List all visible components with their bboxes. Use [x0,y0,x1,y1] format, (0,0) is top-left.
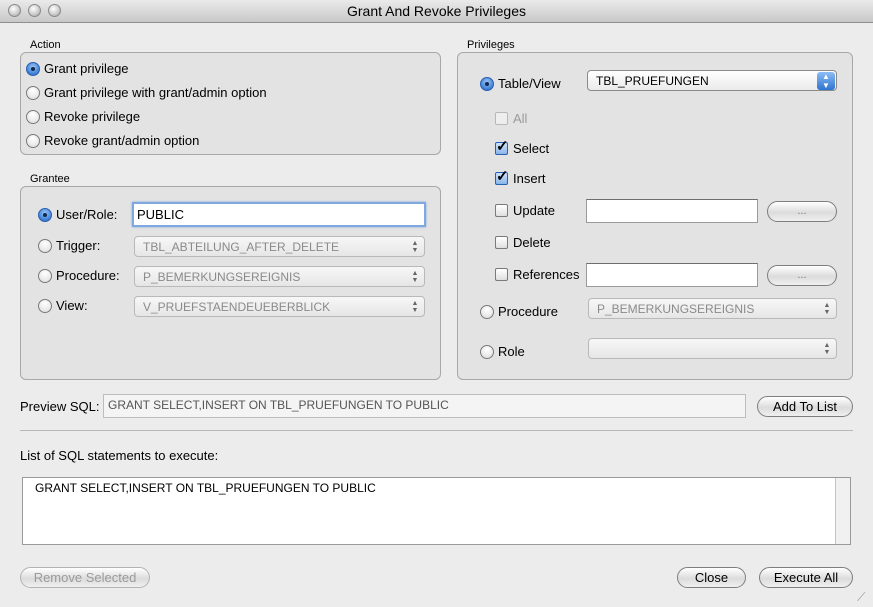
action-grant-admin-label: Grant privilege with grant/admin option [44,85,267,100]
radio-revoke-privilege[interactable] [26,110,40,124]
table-view-label: Table/View [498,76,561,91]
view-select[interactable]: V_PRUEFSTAENDEUEBERBLICK ▲ ▼ [134,296,425,317]
updown-arrows-icon: ▲ ▼ [823,302,831,316]
references-columns-field[interactable] [586,263,758,287]
role-label: Role [498,344,525,359]
checkbox-select[interactable]: ✓ [495,138,509,155]
select-label: Select [513,141,550,156]
radio-grant-privilege[interactable] [26,62,40,76]
procedure-select[interactable]: P_BEMERKUNGSEREIGNIS ▲ ▼ [134,266,425,287]
checkbox-all[interactable] [495,112,508,125]
view-label: View: [56,298,88,313]
execute-all-button[interactable]: Execute All [759,567,853,588]
updown-arrows-icon: ▲ ▼ [823,342,831,356]
grantee-group-label: Grantee [30,173,70,185]
resize-grip-icon[interactable]: ⟋ [857,591,871,605]
privilege-procedure-label: Procedure [498,304,558,319]
update-columns-field[interactable] [586,199,758,223]
close-button[interactable]: Close [677,567,746,588]
sql-list-label: List of SQL statements to execute: [20,448,219,463]
updown-arrows-icon: ▲ ▼ [817,72,835,90]
radio-table-view[interactable] [480,77,494,91]
checkmark-icon: ✓ [496,168,509,185]
action-revoke-admin-label: Revoke grant/admin option [44,133,200,148]
trigger-label: Trigger: [56,238,101,253]
list-scrollbar[interactable] [835,478,850,544]
window-title: Grant And Revoke Privileges [347,3,526,19]
radio-role[interactable] [480,345,494,359]
update-label: Update [513,203,555,218]
update-columns-button[interactable]: ... [767,201,837,222]
view-select-value: V_PRUEFSTAENDEUEBERBLICK [143,300,331,314]
radio-user-role[interactable] [38,208,52,222]
insert-label: Insert [513,171,546,186]
remove-selected-button[interactable]: Remove Selected [20,567,150,588]
list-item[interactable]: GRANT SELECT,INSERT ON TBL_PRUEFUNGEN TO… [35,481,376,495]
radio-trigger[interactable] [38,239,52,253]
user-role-input[interactable]: PUBLIC [132,202,426,227]
divider [20,430,853,431]
radio-procedure[interactable] [38,269,52,283]
preview-sql-label: Preview SQL: [20,399,100,414]
privilege-procedure-select[interactable]: P_BEMERKUNGSEREIGNIS ▲ ▼ [588,298,837,319]
action-group-label: Action [30,39,61,51]
user-role-label: User/Role: [56,207,118,222]
action-grant-label: Grant privilege [44,61,129,76]
table-view-select[interactable]: TBL_PRUEFUNGEN ▲ ▼ [587,70,837,91]
add-to-list-button[interactable]: Add To List [757,396,853,417]
radio-revoke-admin[interactable] [26,134,40,148]
radio-privilege-procedure[interactable] [480,305,494,319]
updown-arrows-icon: ▲ ▼ [411,240,419,254]
updown-arrows-icon: ▲ ▼ [411,270,419,284]
delete-label: Delete [513,235,551,250]
privilege-procedure-select-value: P_BEMERKUNGSEREIGNIS [597,302,755,316]
checkbox-update[interactable] [495,204,508,217]
privileges-group-label: Privileges [467,39,515,51]
action-revoke-label: Revoke privilege [44,109,141,124]
table-view-select-value: TBL_PRUEFUNGEN [596,74,709,88]
checkbox-delete[interactable] [495,236,508,249]
title-bar: Grant And Revoke Privileges [0,0,873,23]
radio-view[interactable] [38,299,52,313]
updown-arrows-icon: ▲ ▼ [411,300,419,314]
references-label: References [513,267,580,282]
all-label: All [513,111,528,126]
preview-sql-field: GRANT SELECT,INSERT ON TBL_PRUEFUNGEN TO… [103,394,746,418]
radio-grant-admin[interactable] [26,86,40,100]
procedure-label: Procedure: [56,268,120,283]
role-select[interactable]: ▲ ▼ [588,338,837,359]
checkbox-references[interactable] [495,268,508,281]
references-columns-button[interactable]: ... [767,265,837,286]
trigger-select-value: TBL_ABTEILUNG_AFTER_DELETE [143,240,340,254]
procedure-select-value: P_BEMERKUNGSEREIGNIS [143,270,301,284]
checkbox-insert[interactable]: ✓ [495,168,509,185]
trigger-select[interactable]: TBL_ABTEILUNG_AFTER_DELETE ▲ ▼ [134,236,425,257]
sql-statement-list[interactable]: GRANT SELECT,INSERT ON TBL_PRUEFUNGEN TO… [22,477,851,545]
checkmark-icon: ✓ [496,138,509,155]
